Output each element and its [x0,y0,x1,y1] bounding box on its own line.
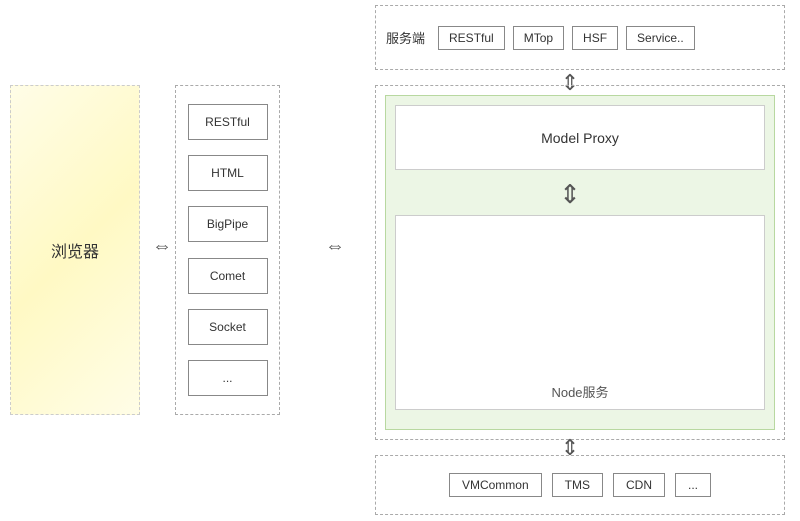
bottom-service-box: VMCommon TMS CDN ... [375,455,785,515]
protocol-comet: Comet [188,258,268,294]
bottom-chip-tms: TMS [552,473,603,497]
protocol-socket: Socket [188,309,268,345]
protocol-bigpipe: BigPipe [188,206,268,242]
arrow-protocol-server: ⇔ [295,235,375,258]
server-chip-hsf: HSF [572,26,618,50]
server-top-label: 服务端 [386,28,425,47]
architecture-diagram: 浏览器 ⇔ RESTful HTML BigPipe Comet Socket … [0,0,800,521]
server-chip-mtop: MTop [513,26,564,50]
protocol-html: HTML [188,155,268,191]
model-proxy-label: Model Proxy [541,130,619,146]
protocol-box: RESTful HTML BigPipe Comet Socket ... [175,85,280,415]
arrow-browser-protocol: ⇔ [148,235,176,258]
server-chip-restful: RESTful [438,26,505,50]
arrow-proxy-node: ⇕ [555,172,585,216]
bottom-chip-more: ... [675,473,711,497]
browser-label: 浏览器 [51,238,99,262]
server-chip-service: Service.. [626,26,695,50]
bottom-chip-vmcommon: VMCommon [449,473,542,497]
node-service-box: Node服务 [395,215,765,410]
protocol-more: ... [188,360,268,396]
bottom-chip-cdn: CDN [613,473,665,497]
node-service-label: Node服务 [551,382,608,401]
protocol-restful: RESTful [188,104,268,140]
model-proxy-box: Model Proxy [395,105,765,170]
server-top-box: 服务端 RESTful MTop HSF Service.. [375,5,785,70]
browser-box: 浏览器 [10,85,140,415]
